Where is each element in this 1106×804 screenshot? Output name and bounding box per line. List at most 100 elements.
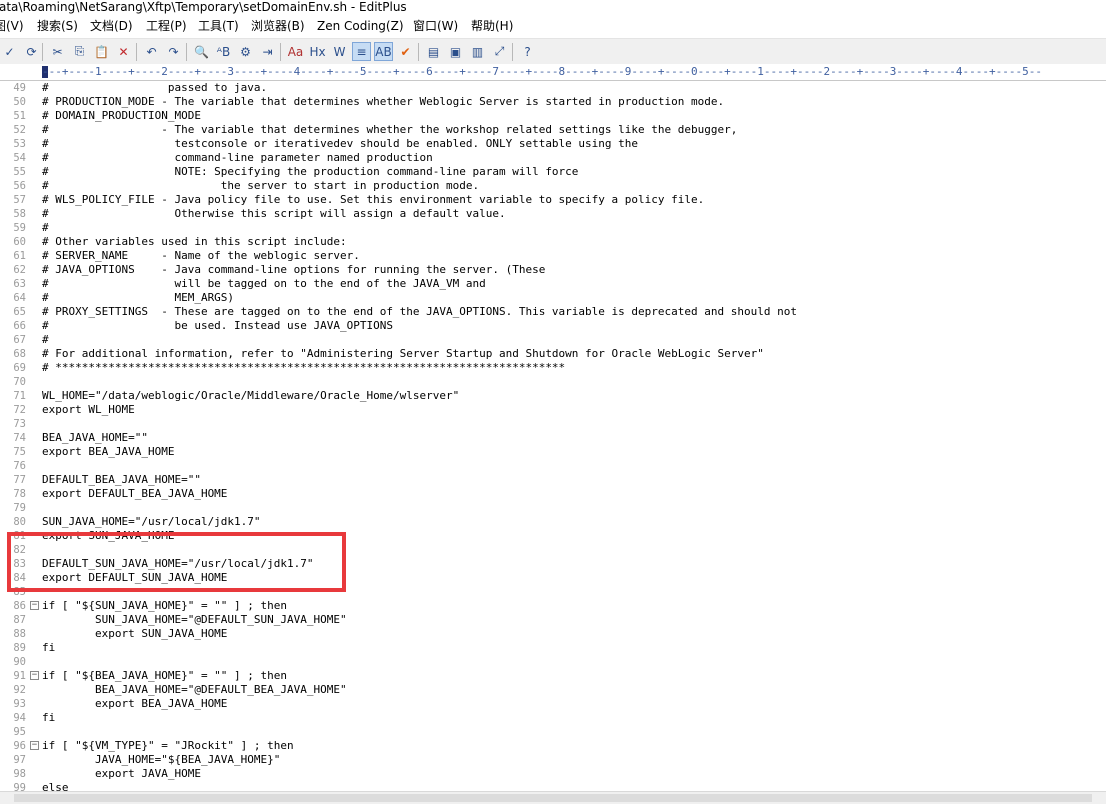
code-line[interactable]: 94 fi — [0, 711, 1106, 725]
code-line[interactable]: 75 export BEA_JAVA_HOME — [0, 445, 1106, 459]
code-text[interactable]: # NOTE: Specifying the production comman… — [42, 165, 578, 179]
code-line[interactable]: 88 export SUN_JAVA_HOME — [0, 627, 1106, 641]
code-text[interactable]: # - The variable that determines whether… — [42, 123, 737, 137]
code-line[interactable]: 53 # testconsole or iterativedev should b… — [0, 137, 1106, 151]
code-line[interactable]: 79 — [0, 501, 1106, 515]
code-line[interactable]: 95 — [0, 725, 1106, 739]
menu-item-7[interactable]: 窗口(W) — [413, 18, 458, 34]
code-text[interactable]: # — [42, 333, 49, 347]
code-text[interactable]: export BEA_JAVA_HOME — [42, 445, 174, 459]
code-text[interactable]: # testconsole or iterativedev should be … — [42, 137, 638, 151]
code-text[interactable]: # DOMAIN_PRODUCTION_MODE — [42, 109, 201, 123]
code-line[interactable]: 62 # JAVA_OPTIONS - Java command-line opt… — [0, 263, 1106, 277]
find-icon[interactable]: 🔍 — [192, 42, 211, 61]
code-line[interactable]: 70 — [0, 375, 1106, 389]
fold-toggle-icon[interactable]: − — [30, 601, 39, 610]
code-text[interactable]: SUN_JAVA_HOME="@DEFAULT_SUN_JAVA_HOME" — [42, 613, 347, 627]
code-line[interactable]: 80 SUN_JAVA_HOME="/usr/local/jdk1.7" — [0, 515, 1106, 529]
code-text[interactable]: # — [42, 221, 49, 235]
code-line[interactable]: 99 else — [0, 781, 1106, 791]
code-text[interactable]: WL_HOME="/data/weblogic/Oracle/Middlewar… — [42, 389, 459, 403]
code-text[interactable]: else — [42, 781, 69, 791]
output-window-icon[interactable]: ▣ — [446, 42, 465, 61]
code-text[interactable]: export SUN_JAVA_HOME — [42, 627, 227, 641]
code-line[interactable]: 60 # Other variables used in this script … — [0, 235, 1106, 249]
menu-item-4[interactable]: 工具(T) — [198, 18, 239, 34]
help-icon[interactable]: ? — [518, 42, 537, 61]
code-line[interactable]: 69 # ************************************… — [0, 361, 1106, 375]
font-icon[interactable]: Aa — [286, 42, 305, 61]
code-line[interactable]: 63 # will be tagged on to the end of the … — [0, 277, 1106, 291]
replace-icon[interactable]: ᴬB — [214, 42, 233, 61]
check-icon[interactable]: ✔ — [396, 42, 415, 61]
menu-item-3[interactable]: 工程(P) — [146, 18, 187, 34]
code-line[interactable]: 89 fi — [0, 641, 1106, 655]
code-text[interactable]: export JAVA_HOME — [42, 767, 201, 781]
code-text[interactable]: BEA_JAVA_HOME="" — [42, 431, 148, 445]
code-line[interactable]: 52 # - The variable that determines wheth… — [0, 123, 1106, 137]
find-in-files-icon[interactable]: ⚙ — [236, 42, 255, 61]
code-text[interactable]: # SERVER_NAME - Name of the weblogic ser… — [42, 249, 360, 263]
code-line[interactable]: 86− if [ "${SUN_JAVA_HOME}" = "" ] ; then — [0, 599, 1106, 613]
fold-toggle-icon[interactable]: − — [30, 671, 39, 680]
code-line[interactable]: 93 export BEA_JAVA_HOME — [0, 697, 1106, 711]
code-text[interactable]: # passed to java. — [42, 81, 267, 95]
code-text[interactable]: # be used. Instead use JAVA_OPTIONS — [42, 319, 393, 333]
spellcheck-icon[interactable]: ✓ — [0, 42, 19, 61]
code-line[interactable]: 76 — [0, 459, 1106, 473]
code-text[interactable]: BEA_JAVA_HOME="@DEFAULT_BEA_JAVA_HOME" — [42, 683, 347, 697]
code-line[interactable]: 55 # NOTE: Specifying the production comm… — [0, 165, 1106, 179]
code-line[interactable]: 58 # Otherwise this script will assign a … — [0, 207, 1106, 221]
code-text[interactable]: # Other variables used in this script in… — [42, 235, 347, 249]
horizontal-scrollbar[interactable] — [0, 791, 1106, 804]
menu-item-6[interactable]: Zen Coding(Z) — [317, 18, 404, 34]
fullscreen-icon[interactable]: ⤢ — [490, 42, 509, 61]
code-text[interactable]: # For additional information, refer to "… — [42, 347, 764, 361]
code-text[interactable]: # MEM_ARGS) — [42, 291, 234, 305]
goto-icon[interactable]: ⇥ — [258, 42, 277, 61]
code-line[interactable]: 78 export DEFAULT_BEA_JAVA_HOME — [0, 487, 1106, 501]
code-text[interactable]: # **************************************… — [42, 361, 565, 375]
code-text[interactable]: fi — [42, 641, 55, 655]
menu-item-8[interactable]: 帮助(H) — [471, 18, 513, 34]
code-line[interactable]: 77 DEFAULT_BEA_JAVA_HOME="" — [0, 473, 1106, 487]
code-text[interactable]: if [ "${VM_TYPE}" = "JRockit" ] ; then — [42, 739, 294, 753]
code-line[interactable]: 90 — [0, 655, 1106, 669]
cut-icon[interactable]: ✂ — [48, 42, 67, 61]
code-line[interactable]: 56 # the server to start in production mo… — [0, 179, 1106, 193]
code-line[interactable]: 74 BEA_JAVA_HOME="" — [0, 431, 1106, 445]
menu-item-0[interactable]: 图(V) — [0, 18, 24, 34]
cliptext-icon[interactable]: ▥ — [468, 42, 487, 61]
code-text[interactable]: # the server to start in production mode… — [42, 179, 479, 193]
code-line[interactable]: 66 # be used. Instead use JAVA_OPTIONS — [0, 319, 1106, 333]
refresh-icon[interactable]: ⟳ — [22, 42, 41, 61]
code-text[interactable]: JAVA_HOME="${BEA_JAVA_HOME}" — [42, 753, 280, 767]
code-text[interactable]: DEFAULT_BEA_JAVA_HOME="" — [42, 473, 201, 487]
code-text[interactable]: export BEA_JAVA_HOME — [42, 697, 227, 711]
code-line[interactable]: 61 # SERVER_NAME - Name of the weblogic s… — [0, 249, 1106, 263]
delete-icon[interactable]: ✕ — [114, 42, 133, 61]
code-text[interactable]: # Otherwise this script will assign a de… — [42, 207, 506, 221]
code-text[interactable]: fi — [42, 711, 55, 725]
directory-window-icon[interactable]: ▤ — [424, 42, 443, 61]
code-line[interactable]: 92 BEA_JAVA_HOME="@DEFAULT_BEA_JAVA_HOME… — [0, 683, 1106, 697]
code-text[interactable]: # command-line parameter named productio… — [42, 151, 433, 165]
code-line[interactable]: 50 # PRODUCTION_MODE - The variable that … — [0, 95, 1106, 109]
menu-item-2[interactable]: 文档(D) — [90, 18, 133, 34]
code-text[interactable]: # WLS_POLICY_FILE - Java policy file to … — [42, 193, 704, 207]
fold-toggle-icon[interactable]: − — [30, 741, 39, 750]
code-line[interactable]: 97 JAVA_HOME="${BEA_JAVA_HOME}" — [0, 753, 1106, 767]
code-line[interactable]: 87 SUN_JAVA_HOME="@DEFAULT_SUN_JAVA_HOME… — [0, 613, 1106, 627]
line-number-icon[interactable]: ≡ — [352, 42, 371, 61]
code-line[interactable]: 73 — [0, 417, 1106, 431]
code-text[interactable]: export WL_HOME — [42, 403, 135, 417]
ruler-icon[interactable]: AB — [374, 42, 393, 61]
code-line[interactable]: 96− if [ "${VM_TYPE}" = "JRockit" ] ; the… — [0, 739, 1106, 753]
heading-icon[interactable]: Hx — [308, 42, 327, 61]
code-line[interactable]: 71 WL_HOME="/data/weblogic/Oracle/Middlew… — [0, 389, 1106, 403]
code-text[interactable]: SUN_JAVA_HOME="/usr/local/jdk1.7" — [42, 515, 261, 529]
code-line[interactable]: 49 # passed to java. — [0, 81, 1106, 95]
code-text[interactable]: # PROXY_SETTINGS - These are tagged on t… — [42, 305, 797, 319]
code-text[interactable]: if [ "${SUN_JAVA_HOME}" = "" ] ; then — [42, 599, 287, 613]
scrollbar-thumb[interactable] — [14, 794, 1092, 802]
